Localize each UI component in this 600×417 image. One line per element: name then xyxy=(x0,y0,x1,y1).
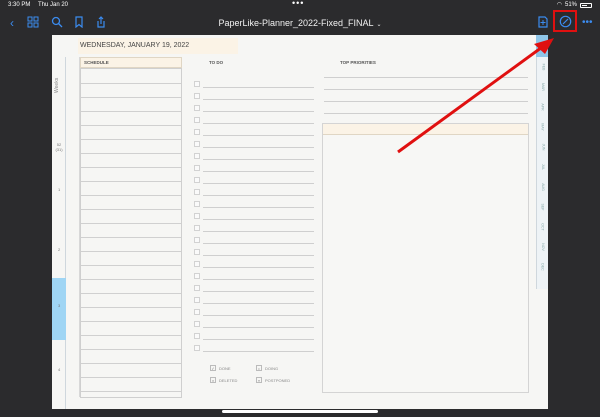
toolbar: ‹ PaperLike-Planner_2022-Fixed_FINAL ⌄ ••… xyxy=(0,11,600,36)
schedule-grid[interactable] xyxy=(80,68,182,398)
todo-checkbox[interactable] xyxy=(194,177,200,183)
planner-page[interactable]: WEDNESDAY, JANUARY 19, 2022 Weeks 52 (31… xyxy=(52,35,548,409)
todo-checkbox[interactable] xyxy=(194,249,200,255)
todo-checkbox[interactable] xyxy=(194,213,200,219)
cross-icon: × xyxy=(210,377,216,383)
status-bar: 3:30 PM Thu Jan 20 ••• ◠ 51% xyxy=(0,0,600,11)
date-header: WEDNESDAY, JANUARY 19, 2022 xyxy=(78,38,238,54)
todo-row[interactable] xyxy=(194,223,314,233)
todo-row[interactable] xyxy=(194,283,314,293)
month-tab[interactable]: OCT xyxy=(537,219,548,237)
month-tab[interactable]: MAR xyxy=(537,79,548,97)
todo-checkbox[interactable] xyxy=(194,189,200,195)
month-tab-active[interactable] xyxy=(536,35,548,57)
active-hour-tab[interactable]: 3 xyxy=(52,278,66,340)
month-tab[interactable]: SEP xyxy=(537,199,548,217)
todo-checkbox[interactable] xyxy=(194,237,200,243)
todo-row[interactable] xyxy=(194,199,314,209)
add-page-icon[interactable] xyxy=(536,16,550,30)
week-number[interactable]: 52 (31) xyxy=(54,142,64,152)
todo-checkbox[interactable] xyxy=(194,297,200,303)
todo-title: TO DO xyxy=(209,60,224,65)
todo-row[interactable] xyxy=(194,247,314,257)
legend-done: ✓ DONE xyxy=(210,365,231,371)
status-legend: ✓ DONE • DOING × DELETED » POSTPONED xyxy=(210,363,330,391)
todo-row[interactable] xyxy=(194,211,314,221)
todo-checkbox[interactable] xyxy=(194,225,200,231)
todo-row[interactable] xyxy=(194,103,314,113)
home-indicator[interactable] xyxy=(222,410,378,413)
todo-row[interactable] xyxy=(194,91,314,101)
todo-checkbox[interactable] xyxy=(194,129,200,135)
schedule-title: SCHEDULE xyxy=(80,57,182,68)
month-tab[interactable]: NOV xyxy=(537,239,548,257)
priorities-title: TOP PRIORITIES xyxy=(340,60,376,65)
hour-mark: 3 xyxy=(58,303,61,308)
arrow-right-icon: » xyxy=(256,377,262,383)
todo-row[interactable] xyxy=(194,139,314,149)
todo-row[interactable] xyxy=(194,115,314,125)
todo-checkbox[interactable] xyxy=(194,153,200,159)
status-time: 3:30 PM xyxy=(8,2,31,8)
time-column xyxy=(72,57,80,397)
notes-area[interactable] xyxy=(322,123,529,393)
todo-checkbox[interactable] xyxy=(194,321,200,327)
legend-deleted: × DELETED xyxy=(210,377,238,383)
todo-row[interactable] xyxy=(194,187,314,197)
chevron-down-icon: ⌄ xyxy=(376,22,382,28)
todo-row[interactable] xyxy=(194,295,314,305)
month-tab[interactable]: DEC xyxy=(537,259,548,277)
hour-mark: 4 xyxy=(58,367,61,372)
todo-row[interactable] xyxy=(194,331,314,341)
month-tab[interactable]: APR xyxy=(537,99,548,117)
todo-checkbox[interactable] xyxy=(194,141,200,147)
battery-icon xyxy=(580,3,592,8)
legend-postponed: » POSTPONED xyxy=(256,377,291,383)
check-icon: ✓ xyxy=(210,365,216,371)
todo-checkbox[interactable] xyxy=(194,345,200,351)
month-tab[interactable]: JUL xyxy=(537,159,548,177)
todo-checkbox[interactable] xyxy=(194,81,200,87)
hour-mark: 2 xyxy=(58,247,61,252)
todo-row[interactable] xyxy=(194,271,314,281)
todo-checkbox[interactable] xyxy=(194,309,200,315)
todo-row[interactable] xyxy=(194,175,314,185)
todo-row[interactable] xyxy=(194,235,314,245)
multitask-dots[interactable]: ••• xyxy=(292,0,304,9)
hour-mark: 1 xyxy=(58,187,61,192)
todo-checkbox[interactable] xyxy=(194,165,200,171)
todo-row[interactable] xyxy=(194,259,314,269)
dot-icon: • xyxy=(256,365,262,371)
todo-checkbox[interactable] xyxy=(194,333,200,339)
todo-row[interactable] xyxy=(194,79,314,89)
todo-checkbox[interactable] xyxy=(194,273,200,279)
document-title[interactable]: PaperLike-Planner_2022-Fixed_FINAL ⌄ xyxy=(0,18,600,28)
todo-checkbox[interactable] xyxy=(194,93,200,99)
notes-header xyxy=(323,124,528,135)
todo-row[interactable] xyxy=(194,343,314,353)
todo-row[interactable] xyxy=(194,319,314,329)
month-tab[interactable]: JUN xyxy=(537,139,548,157)
todo-row[interactable] xyxy=(194,163,314,173)
todo-row[interactable] xyxy=(194,151,314,161)
todo-row[interactable] xyxy=(194,307,314,317)
status-date: Thu Jan 20 xyxy=(38,2,69,8)
more-icon[interactable]: ••• xyxy=(582,17,593,28)
month-tab[interactable]: AUG xyxy=(537,179,548,197)
todo-checkbox[interactable] xyxy=(194,117,200,123)
month-tabs: FEB MAR APR MAY JUN JUL AUG SEP OCT NOV … xyxy=(536,57,548,289)
todo-checkbox[interactable] xyxy=(194,105,200,111)
month-tab[interactable]: FEB xyxy=(537,59,548,77)
month-tab[interactable]: MAY xyxy=(537,119,548,137)
todo-checkbox[interactable] xyxy=(194,285,200,291)
todo-row[interactable] xyxy=(194,127,314,137)
weeks-label: Weeks xyxy=(54,77,60,93)
todo-checkbox[interactable] xyxy=(194,261,200,267)
weeks-column: Weeks 52 (31) 1 2 4 xyxy=(52,57,66,409)
legend-doing: • DOING xyxy=(256,365,278,371)
document-title-text: PaperLike-Planner_2022-Fixed_FINAL xyxy=(218,18,374,28)
todo-checkbox[interactable] xyxy=(194,201,200,207)
highlight-box xyxy=(553,10,577,32)
